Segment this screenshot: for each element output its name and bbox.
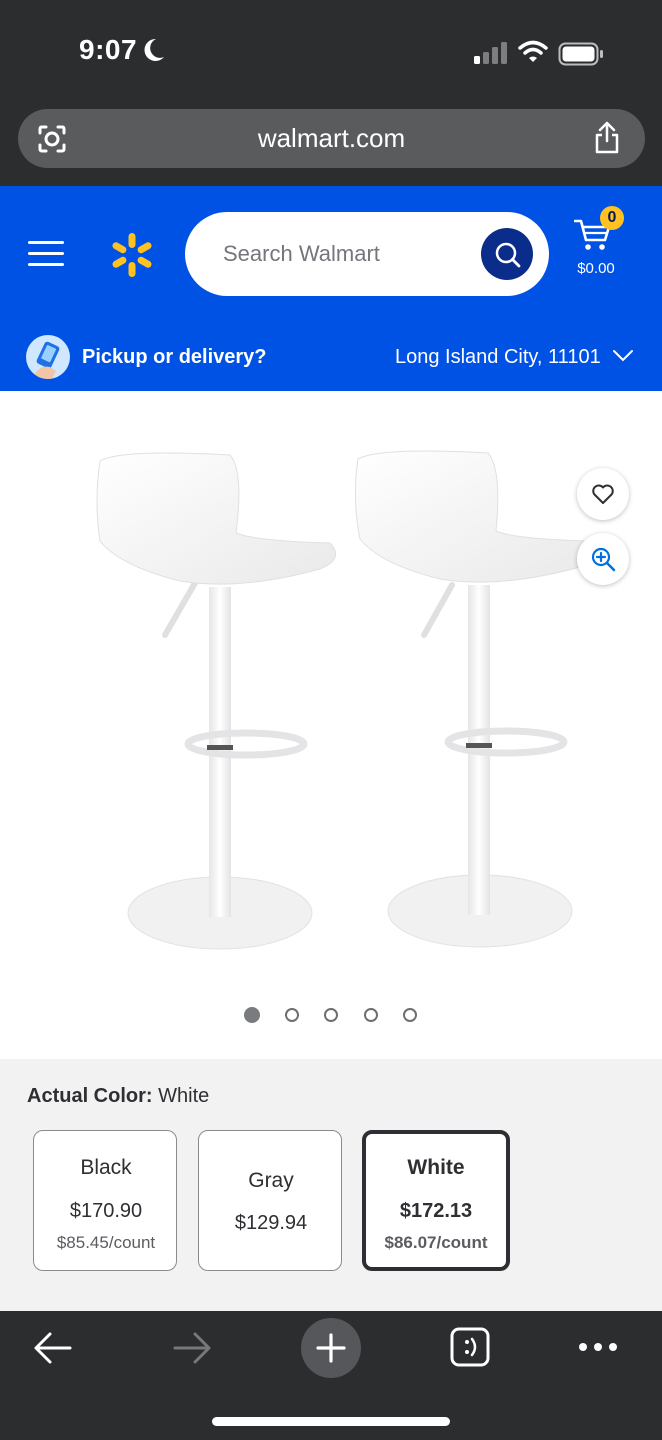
zoom-in-icon [591, 547, 616, 572]
store-location: Long Island City, 11101 [395, 346, 601, 368]
variant-name: White [407, 1156, 465, 1179]
more-icon[interactable] [578, 1341, 618, 1353]
plus-icon [316, 1333, 346, 1363]
forward-arrow-icon[interactable] [172, 1331, 212, 1365]
wifi-icon [518, 40, 548, 62]
pickup-delivery-label: Pickup or delivery? [82, 346, 267, 368]
new-tab-button[interactable] [301, 1318, 361, 1378]
search-button[interactable] [481, 228, 533, 280]
carousel-dot-4[interactable] [364, 1008, 378, 1022]
variant-option-white[interactable]: White $172.13 $86.07/count [362, 1130, 510, 1271]
carousel-dot-3[interactable] [324, 1008, 338, 1022]
actual-color-label: Actual Color: White [27, 1085, 209, 1108]
pickup-phone-icon [26, 335, 70, 379]
carousel-dot-1[interactable] [244, 1007, 260, 1023]
variant-option-black[interactable]: Black $170.90 $85.45/count [33, 1130, 177, 1271]
color-label-title: Actual Color: [27, 1085, 153, 1107]
back-arrow-icon[interactable] [33, 1331, 73, 1365]
hamburger-menu-icon[interactable] [28, 240, 66, 268]
color-variant-section: Actual Color: White Black $170.90 $85.45… [0, 1059, 662, 1311]
product-image [96, 450, 596, 950]
tabs-icon[interactable] [450, 1327, 490, 1367]
camera-lens-icon[interactable] [36, 123, 68, 155]
url-text: walmart.com [257, 123, 406, 153]
color-label-value: White [158, 1085, 210, 1107]
product-image-gallery[interactable] [0, 391, 662, 1059]
moon-icon [144, 38, 164, 61]
search-icon [495, 242, 521, 268]
variant-price: $129.94 [234, 1212, 308, 1234]
walmart-spark-icon[interactable] [108, 231, 156, 279]
variant-option-gray[interactable]: Gray $129.94 [198, 1130, 342, 1271]
carousel-dot-5[interactable] [403, 1008, 417, 1022]
variant-name: Black [80, 1156, 132, 1179]
cart-count-badge: 0 [600, 206, 624, 230]
browser-toolbar [0, 1311, 662, 1440]
site-header: 0 $0.00 Pickup or delivery? Long Island … [0, 186, 662, 391]
variant-unit-price: $86.07/count [384, 1233, 488, 1252]
search-input[interactable] [223, 212, 473, 296]
variant-name: Gray [248, 1169, 294, 1192]
favorite-button[interactable] [577, 468, 629, 520]
variant-unit-price: $85.45/count [56, 1233, 156, 1252]
home-indicator [212, 1417, 450, 1426]
zoom-button[interactable] [577, 533, 629, 585]
cart-total: $0.00 [577, 260, 615, 277]
carousel-dot-2[interactable] [285, 1008, 299, 1022]
share-icon[interactable] [592, 121, 622, 155]
cell-signal-icon [474, 42, 507, 64]
pickup-delivery-bar[interactable]: Pickup or delivery? Long Island City, 11… [0, 326, 662, 390]
variant-price: $172.13 [399, 1200, 473, 1222]
browser-chrome: 9:07 walmart.com [0, 0, 662, 186]
address-bar[interactable]: walmart.com [18, 109, 645, 168]
battery-icon [558, 42, 603, 66]
status-time: 9:07 [79, 34, 138, 65]
search-bar [185, 212, 549, 296]
variant-price: $170.90 [69, 1200, 143, 1222]
chevron-down-icon [613, 350, 633, 362]
heart-icon [592, 484, 614, 504]
